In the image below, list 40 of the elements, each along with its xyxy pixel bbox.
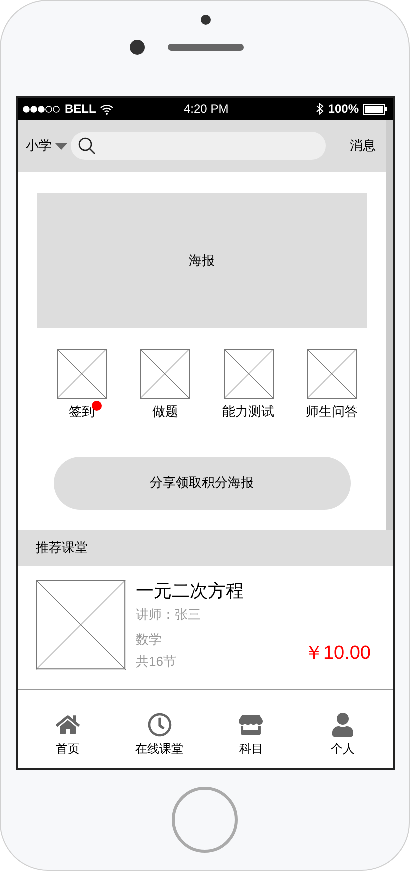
section-title: 推荐课堂 xyxy=(36,539,88,558)
nav-tab[interactable]: 在线课堂 xyxy=(114,712,206,758)
camera-icon xyxy=(130,40,145,55)
bluetooth-icon xyxy=(316,103,324,115)
messages-link[interactable]: 消息 xyxy=(350,136,376,156)
clock-icon xyxy=(148,712,172,736)
wifi-icon xyxy=(100,104,114,114)
nav-tab[interactable]: 科目 xyxy=(206,712,298,758)
battery-icon xyxy=(363,104,388,114)
scrollbar[interactable] xyxy=(386,120,393,530)
user-icon xyxy=(331,712,356,736)
subject-label: 数学 xyxy=(136,630,163,648)
home-icon xyxy=(56,712,80,736)
battery-percent: 100% xyxy=(328,101,359,118)
shortcut-label[interactable]: 师生问答 xyxy=(306,402,358,422)
signal-icon xyxy=(23,106,61,112)
nav-tab[interactable]: 个人 xyxy=(297,712,389,758)
store-icon xyxy=(239,712,264,736)
course-price: ￥10.00 xyxy=(304,642,371,666)
poster-banner[interactable]: 海报 xyxy=(37,193,367,328)
nav-tab[interactable]: 首页 xyxy=(22,712,114,758)
clock-time: 4:20 PM xyxy=(184,101,229,118)
speaker-icon xyxy=(168,44,244,51)
image-placeholder xyxy=(224,349,274,399)
grade-dropdown[interactable]: 小学 xyxy=(26,136,68,156)
shortcut-label[interactable]: 做题 xyxy=(152,402,178,422)
search-field[interactable] xyxy=(71,132,326,160)
share-button[interactable]: 分享领取积分海报 xyxy=(54,456,350,510)
teacher-name: 讲师：张三 xyxy=(136,606,202,624)
sensor-icon xyxy=(201,15,211,25)
lesson-count: 共16节 xyxy=(136,653,178,671)
caret-icon xyxy=(55,142,68,150)
image-placeholder xyxy=(57,349,107,399)
search-icon xyxy=(78,137,96,155)
carrier-name: BELL xyxy=(65,101,96,118)
shortcut-label[interactable]: 能力测试 xyxy=(222,402,275,422)
course-title: 一元二次方程 xyxy=(136,580,244,602)
image-placeholder xyxy=(306,349,357,399)
image-placeholder xyxy=(140,349,190,399)
course-card[interactable]: 一元二次方程 讲师：张三 数学 共16节 ￥10.00 xyxy=(18,566,393,690)
